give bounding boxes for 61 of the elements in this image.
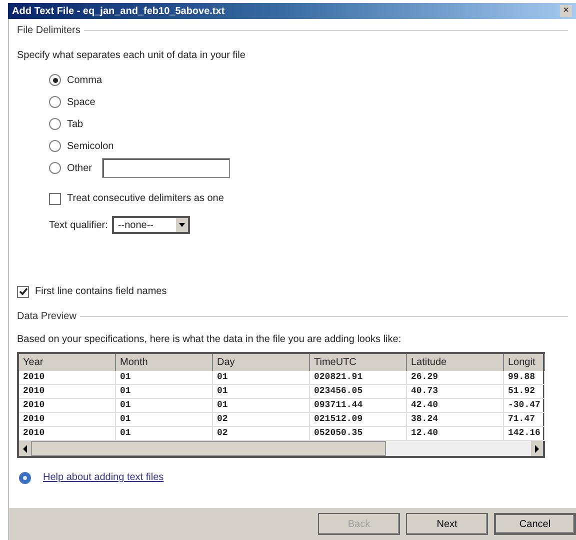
table-cell: 2010 bbox=[19, 371, 116, 385]
table-cell: 01 bbox=[213, 399, 310, 413]
column-header[interactable]: Month bbox=[116, 354, 213, 371]
radio-button[interactable] bbox=[49, 140, 61, 152]
close-button[interactable]: × bbox=[560, 5, 572, 17]
group-heading: Data Preview bbox=[17, 310, 76, 324]
table-cell: 26.29 bbox=[407, 371, 504, 385]
table-cell: 023456.05 bbox=[310, 385, 407, 399]
table-cell: 01 bbox=[213, 371, 310, 385]
table-cell: 2010 bbox=[19, 399, 116, 413]
instruction-text: Specify what separates each unit of data in your file bbox=[17, 49, 246, 63]
table-cell: 01 bbox=[116, 399, 213, 413]
table-cell: 71.47 bbox=[504, 413, 545, 427]
scroll-right-icon[interactable] bbox=[531, 441, 543, 456]
table-cell: 2010 bbox=[19, 413, 116, 427]
radio-label: Comma bbox=[67, 74, 102, 88]
radio-label: Space bbox=[67, 96, 96, 110]
radio-button[interactable] bbox=[49, 162, 61, 174]
radio-label: Other bbox=[67, 162, 92, 176]
table-cell: 01 bbox=[116, 413, 213, 427]
table-cell: 01 bbox=[116, 385, 213, 399]
checkbox-label: Treat consecutive delimiters as one bbox=[67, 192, 224, 206]
scroll-left-icon[interactable] bbox=[19, 441, 31, 456]
table-cell: -30.47 bbox=[504, 399, 545, 413]
qualifier-dropdown[interactable]: --none-- bbox=[112, 216, 190, 234]
help-icon bbox=[19, 472, 31, 484]
column-header[interactable]: Longit bbox=[504, 354, 545, 371]
radio-label: Semicolon bbox=[67, 140, 114, 154]
checkbox[interactable] bbox=[49, 192, 61, 204]
radio-button[interactable] bbox=[49, 96, 61, 108]
table-cell: 020821.91 bbox=[310, 371, 407, 385]
horizontal-scrollbar[interactable] bbox=[19, 441, 543, 456]
column-header[interactable]: Day bbox=[213, 354, 310, 371]
column-header[interactable]: Latitude bbox=[407, 354, 504, 371]
qualifier-label: Text qualifier: bbox=[49, 218, 108, 232]
instruction-text: Based on your specifications, here is what the data in the file you are adding looks like: bbox=[17, 333, 402, 347]
table-cell: 02 bbox=[213, 413, 310, 427]
dialog-button[interactable]: Next bbox=[406, 513, 488, 535]
scrollbar-thumb[interactable] bbox=[31, 441, 386, 456]
help-link[interactable]: Help about adding text files bbox=[43, 470, 164, 485]
radio-button[interactable] bbox=[49, 118, 61, 130]
dialog-button[interactable]: Cancel bbox=[494, 513, 576, 535]
group-heading: File Delimiters bbox=[17, 24, 80, 38]
table-cell: 01 bbox=[213, 385, 310, 399]
table-cell: 99.88 bbox=[504, 371, 545, 385]
table-cell: 51.92 bbox=[504, 385, 545, 399]
table-cell: 38.24 bbox=[407, 413, 504, 427]
checkbox-label: First line contains field names bbox=[35, 285, 167, 299]
table-cell: 2010 bbox=[19, 385, 116, 399]
radio-button[interactable] bbox=[49, 74, 61, 86]
other-input-field[interactable] bbox=[102, 158, 230, 178]
window-title: Add Text File - eq_jan_and_feb10_5above.txt bbox=[12, 4, 225, 18]
table-cell: 40.73 bbox=[407, 385, 504, 399]
radio-label: Tab bbox=[67, 118, 84, 132]
table-cell: 01 bbox=[116, 371, 213, 385]
table-cell: 093711.44 bbox=[310, 399, 407, 413]
column-header[interactable]: Year bbox=[19, 354, 116, 371]
table-cell: 42.40 bbox=[407, 399, 504, 413]
checkbox[interactable] bbox=[17, 286, 29, 298]
table-cell: 021512.09 bbox=[310, 413, 407, 427]
column-header[interactable]: TimeUTC bbox=[310, 354, 407, 371]
